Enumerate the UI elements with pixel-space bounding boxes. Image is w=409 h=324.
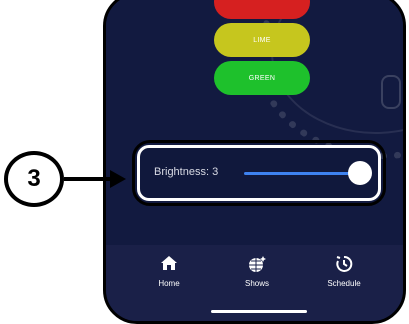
brightness-slider-track[interactable] (244, 172, 364, 175)
callout-arrow (64, 177, 114, 181)
callout-arrow-head (110, 170, 126, 188)
color-button-lime[interactable]: LIME (214, 23, 310, 57)
brightness-control: Brightness: 3 (132, 140, 386, 206)
home-icon (134, 255, 204, 273)
color-button-red[interactable] (214, 0, 310, 19)
tab-shows[interactable]: Shows (222, 255, 292, 288)
tab-shows-label: Shows (244, 279, 269, 288)
step-callout: 3 (4, 151, 64, 207)
tab-home-label: Home (158, 279, 180, 288)
decorative-knob (381, 75, 401, 109)
tab-home[interactable]: Home (134, 255, 204, 288)
color-button-green[interactable]: GREEN (214, 61, 310, 95)
brightness-label: Brightness: 3 (154, 166, 219, 178)
shows-icon (222, 255, 292, 273)
brightness-slider-thumb[interactable] (348, 161, 372, 185)
phone-screen: LIME GREEN Brightness: 3 Home Shows Sche… (103, 0, 406, 324)
tab-schedule[interactable]: Schedule (309, 255, 379, 288)
controller-backdrop: LIME GREEN Brightness: 3 (106, 0, 403, 245)
tab-schedule-label: Schedule (327, 279, 361, 288)
home-indicator (211, 310, 307, 313)
schedule-icon (309, 255, 379, 273)
